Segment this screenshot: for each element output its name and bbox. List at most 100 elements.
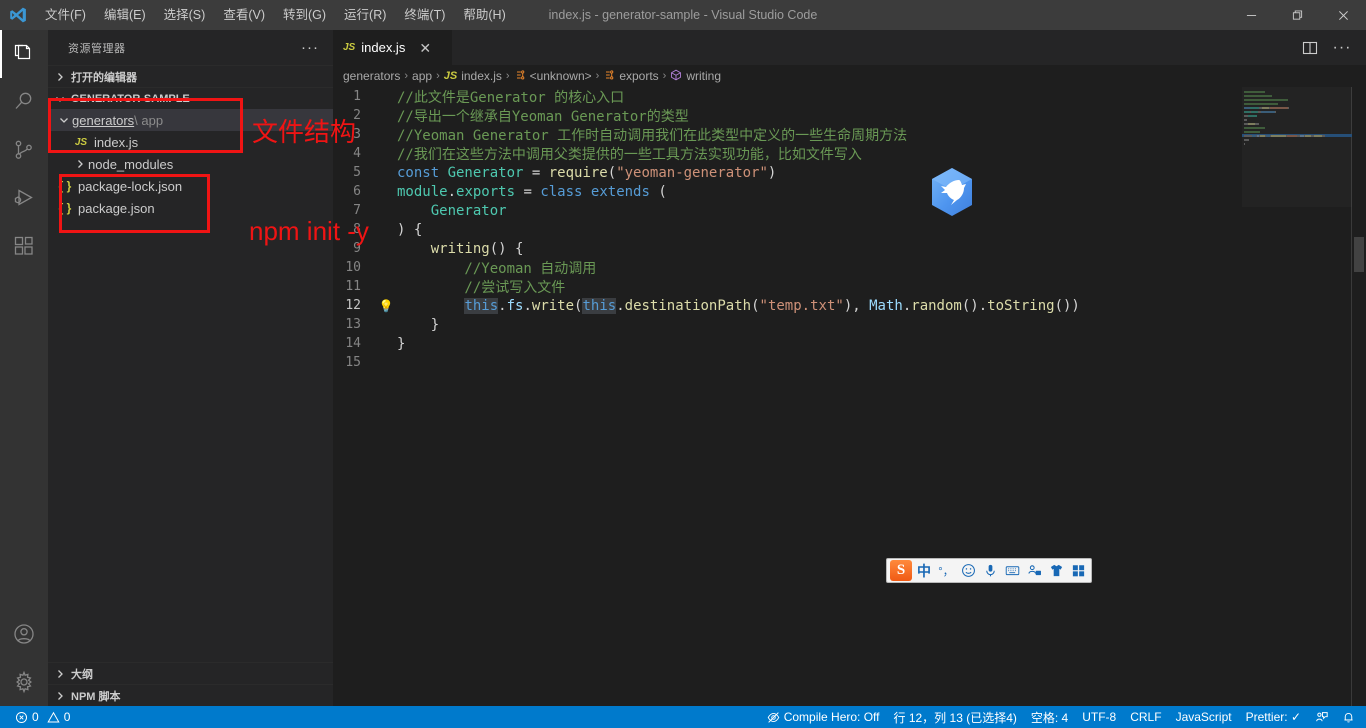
tab-index-js[interactable]: JS index.js ✕ (333, 30, 453, 65)
code-text: //我们在这些方法中调用父类提供的一些工具方法实现功能，比如文件写入 (397, 144, 862, 164)
section-open-editors[interactable]: 打开的编辑器 (48, 65, 333, 87)
status-compile-hero[interactable]: Compile Hero: Off (760, 706, 887, 728)
status-eol[interactable]: CRLF (1123, 706, 1168, 728)
minimize-button[interactable] (1228, 0, 1274, 30)
breadcrumb-item-index-js[interactable]: JS index.js (444, 69, 502, 83)
code-line: 8) { (333, 220, 1366, 239)
emoji-icon[interactable] (958, 560, 978, 581)
code-content[interactable]: 1 //此文件是Generator 的核心入口 2 //导出一个继承自Yeoman G… (333, 87, 1366, 706)
menu-selection[interactable]: 选择(S) (155, 0, 215, 30)
activity-search[interactable] (0, 78, 48, 126)
breadcrumb-item-exports[interactable]: exports (603, 69, 659, 84)
scrollbar-thumb[interactable] (1354, 237, 1364, 272)
minimap-token (1287, 135, 1297, 137)
editor-tab-actions: ··· (1296, 30, 1366, 65)
sogou-logo-icon[interactable]: S (890, 560, 912, 581)
minimap[interactable] (1242, 87, 1352, 706)
minimap-token (1248, 115, 1257, 117)
status-indentation[interactable]: 空格: 4 (1024, 706, 1075, 728)
activity-extensions[interactable] (0, 222, 48, 270)
tree-file-package-lock-json[interactable]: { } package-lock.json (48, 175, 333, 197)
ime-mode-chinese[interactable]: 中 (914, 560, 934, 581)
more-dots: ··· (1332, 38, 1352, 56)
tree-file-index-js-label: index.js (94, 134, 139, 150)
editor-more-actions-icon[interactable]: ··· (1328, 34, 1356, 62)
status-notifications[interactable] (1335, 706, 1362, 728)
code-line: 2 //导出一个继承自Yeoman Generator的类型 (333, 106, 1366, 125)
tree-file-package-json[interactable]: { } package.json (48, 197, 333, 219)
minimap-token (1244, 131, 1260, 133)
menu-edit[interactable]: 编辑(E) (95, 0, 155, 30)
maximize-button[interactable] (1274, 0, 1320, 30)
code-token: ), (843, 297, 870, 314)
sidebar-section-npm-scripts[interactable]: NPM 脚本 (48, 684, 333, 706)
minimap-slider[interactable] (1242, 87, 1352, 207)
menu-run[interactable]: 运行(R) (335, 0, 395, 30)
menu-file[interactable]: 文件(F) (36, 0, 95, 30)
voice-icon[interactable] (980, 560, 1000, 581)
id-card-icon[interactable] (1024, 560, 1044, 581)
activity-source-control[interactable] (0, 126, 48, 174)
code-line: 6 module.exports = class extends ( (333, 182, 1366, 201)
close-window-button[interactable] (1320, 0, 1366, 30)
sidebar-bottom-sections: 大纲 NPM 脚本 (48, 662, 333, 706)
symbol-field-icon (514, 69, 526, 84)
tree-folder-generators-app[interactable]: generators \ app (48, 109, 333, 131)
code-text: //Yeoman 自动调用 (397, 258, 596, 278)
close-icon[interactable]: ✕ (419, 41, 431, 55)
breadcrumb-label: writing (686, 69, 722, 83)
sidebar-section-outline[interactable]: 大纲 (48, 662, 333, 684)
code-token: } (397, 335, 406, 352)
breadcrumb-item-app[interactable]: app (412, 69, 432, 83)
status-feedback[interactable] (1308, 706, 1335, 728)
status-cursor-position[interactable]: 行 12，列 13 (已选择4) (887, 706, 1024, 728)
minimap-token (1244, 143, 1245, 145)
ime-punctuation-toggle[interactable]: °， (936, 560, 956, 581)
activity-manage[interactable] (0, 658, 48, 706)
menu-terminal[interactable]: 终端(T) (395, 0, 454, 30)
code-token: ()) (1054, 297, 1080, 314)
code-token: Math (869, 297, 903, 314)
split-editor-icon[interactable] (1296, 34, 1324, 62)
tree-file-index-js[interactable]: JS index.js (48, 131, 333, 153)
status-language-mode[interactable]: JavaScript (1169, 706, 1239, 728)
activity-explorer[interactable] (0, 30, 48, 78)
menu-help[interactable]: 帮助(H) (454, 0, 514, 30)
breadcrumb-item-writing[interactable]: writing (670, 69, 721, 84)
status-encoding[interactable]: UTF-8 (1075, 706, 1123, 728)
code-line: 11 //尝试写入文件 (333, 277, 1366, 296)
status-prettier[interactable]: Prettier: ✓ (1239, 706, 1308, 728)
window-controls (1228, 0, 1366, 30)
line-number: 12 (345, 298, 361, 313)
code-line: 7 Generator (333, 201, 1366, 220)
json-file-icon: { } (58, 201, 72, 215)
breadcrumb: generators › app › JS index.js › <unknow… (333, 65, 1366, 87)
activity-account[interactable] (0, 610, 48, 658)
chevron-right-icon (52, 669, 68, 679)
section-root-folder[interactable]: GENERATOR-SAMPLE (48, 87, 333, 109)
line-number: 7 (353, 203, 361, 218)
keyboard-icon[interactable] (1002, 560, 1022, 581)
chevron-right-icon[interactable] (72, 159, 88, 169)
menu-view[interactable]: 查看(V) (214, 0, 274, 30)
lightbulb-icon[interactable]: 💡 (375, 299, 397, 313)
apps-icon[interactable] (1068, 560, 1088, 581)
code-line: 4 //我们在这些方法中调用父类提供的一些工具方法实现功能，比如文件写入 (333, 144, 1366, 163)
chevron-down-icon[interactable] (56, 115, 72, 125)
editor-vertical-scrollbar[interactable] (1352, 87, 1366, 706)
root-folder-label: GENERATOR-SAMPLE (71, 92, 190, 105)
skin-icon[interactable] (1046, 560, 1066, 581)
menu-go[interactable]: 转到(G) (274, 0, 335, 30)
minimap-token (1267, 111, 1275, 113)
breadcrumb-item-unknown[interactable]: <unknown> (514, 69, 592, 84)
code-text: const Generator = require("yeoman-genera… (397, 165, 776, 181)
title-bar: 文件(F) 编辑(E) 选择(S) 查看(V) 转到(G) 运行(R) 终端(T… (0, 0, 1366, 30)
code-token: //Yeoman 自动调用 (397, 260, 597, 277)
status-problems[interactable]: 0 0 (8, 706, 77, 728)
sidebar-more-actions-icon[interactable]: ··· (295, 40, 325, 55)
code-editor[interactable]: 1 //此文件是Generator 的核心入口 2 //导出一个继承自Yeoman G… (333, 87, 1366, 706)
breadcrumb-item-generators[interactable]: generators (343, 69, 400, 83)
activity-run-debug[interactable] (0, 174, 48, 222)
tree-folder-node-modules[interactable]: node_modules (48, 153, 333, 175)
minimap-token (1244, 103, 1278, 105)
